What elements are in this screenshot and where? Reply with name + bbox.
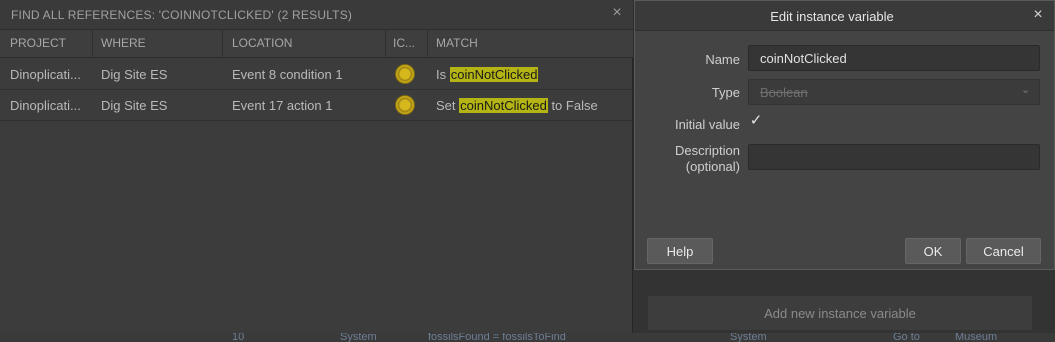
cancel-button[interactable]: Cancel [966,238,1041,264]
match-highlight: coinNotClicked [459,98,548,113]
column-header-icon[interactable]: IC... [393,36,423,50]
references-title-bar: FIND ALL REFERENCES: 'COINNOTCLICKED' (2… [0,0,633,30]
column-divider[interactable] [385,30,386,58]
column-header-location[interactable]: LOCATION [232,36,382,50]
close-icon[interactable]: × [608,4,626,22]
dialog-title: Edit instance variable [770,9,894,24]
event-action: Go to [893,333,920,342]
references-title: FIND ALL REFERENCES: 'COINNOTCLICKED' (2… [11,8,353,22]
coin-icon [395,64,415,84]
match-prefix: Is [436,67,450,82]
column-divider[interactable] [92,30,93,58]
column-header-match[interactable]: MATCH [436,36,626,50]
edit-instance-variable-dialog: Edit instance variable × Name Type Boole… [634,0,1055,270]
name-field[interactable] [748,45,1040,71]
type-label: Type [711,85,740,100]
row-match: Is coinNotClicked [436,67,626,82]
event-sheet-background: 10 System fossilsFound = fossilsToFind S… [0,333,1055,342]
match-highlight: coinNotClicked [449,67,539,82]
event-object: System [730,333,767,342]
chevron-down-icon: ⌄ [1021,84,1031,96]
instance-variables-panel: Add new instance variable [633,270,1055,333]
row-where: Dig Site ES [101,98,168,113]
find-references-panel: FIND ALL REFERENCES: 'COINNOTCLICKED' (2… [0,0,633,333]
row-where: Dig Site ES [101,67,168,82]
references-table-header: PROJECT WHERE LOCATION IC... MATCH [0,30,633,58]
initial-value-label: Initial value [674,117,740,132]
close-icon[interactable]: × [1030,6,1046,24]
event-object: System [340,333,377,342]
coin-icon [395,95,415,115]
add-instance-variable-button[interactable]: Add new instance variable [648,296,1032,330]
column-divider[interactable] [222,30,223,58]
table-row[interactable]: Dinoplicati... Dig Site ES Event 8 condi… [0,59,633,90]
description-label-line1: Description [674,143,740,158]
row-location: Event 8 condition 1 [232,67,343,82]
row-project: Dinoplicati... [10,98,81,113]
type-value: Boolean [760,85,808,100]
event-action-target: Museum [955,333,998,342]
column-header-project[interactable]: PROJECT [10,36,90,50]
row-location: Event 17 action 1 [232,98,333,113]
row-match: Set coinNotClicked to False [436,98,626,113]
event-condition: fossilsFound = fossilsToFind [428,333,566,342]
table-row[interactable]: Dinoplicati... Dig Site ES Event 17 acti… [0,90,633,121]
ok-button[interactable]: OK [905,238,961,264]
description-field[interactable] [748,144,1040,170]
name-label: Name [705,52,740,67]
column-header-where[interactable]: WHERE [101,36,216,50]
description-label-line2: (optional) [685,159,740,174]
column-divider[interactable] [427,30,428,58]
dialog-title-bar[interactable]: Edit instance variable × [635,1,1054,31]
description-label: Description (optional) [675,143,740,175]
match-suffix: to False [547,98,598,113]
row-project: Dinoplicati... [10,67,81,82]
event-number: 10 [232,333,245,342]
match-prefix: Set [436,98,460,113]
help-button[interactable]: Help [647,238,713,264]
initial-value-checkbox[interactable]: ✓ [748,113,764,129]
type-select: Boolean ⌄ [748,79,1040,105]
